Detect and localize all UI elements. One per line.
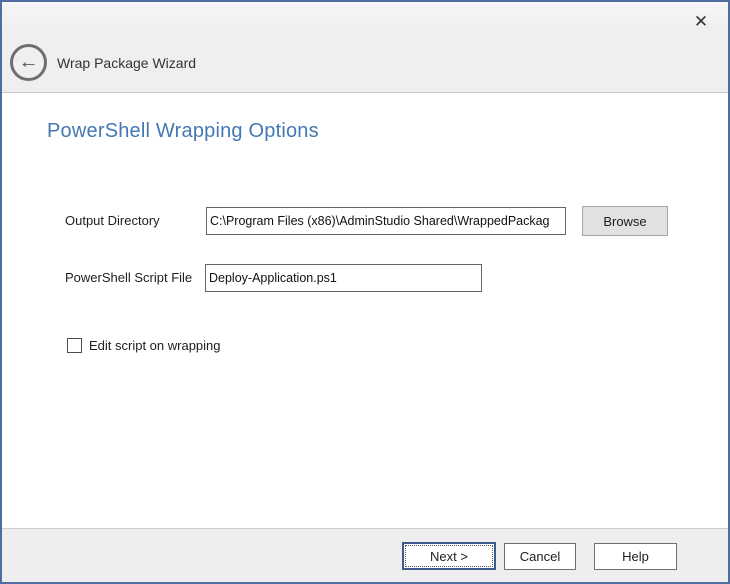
edit-script-checkbox-label[interactable]: Edit script on wrapping (89, 338, 221, 353)
script-file-label: PowerShell Script File (65, 270, 192, 285)
wizard-header-band: ✕ ← Wrap Package Wizard (2, 2, 728, 93)
help-button[interactable]: Help (594, 543, 677, 570)
back-button[interactable]: ← (10, 44, 47, 81)
close-button[interactable]: ✕ (686, 6, 716, 36)
footer-bar: Next > Cancel Help (2, 528, 728, 582)
output-directory-label: Output Directory (65, 213, 160, 228)
wizard-window: ✕ ← Wrap Package Wizard PowerShell Wrapp… (0, 0, 730, 584)
output-directory-input[interactable] (206, 207, 566, 235)
back-arrow-icon: ← (19, 52, 39, 72)
close-icon: ✕ (694, 13, 708, 30)
script-file-input[interactable] (205, 264, 482, 292)
next-button[interactable]: Next > (402, 542, 496, 570)
page-title: PowerShell Wrapping Options (47, 120, 319, 143)
content-area: PowerShell Wrapping Options Output Direc… (2, 94, 728, 528)
wizard-title: Wrap Package Wizard (57, 55, 196, 71)
wizard-header-row: ← Wrap Package Wizard (10, 44, 196, 81)
cancel-button[interactable]: Cancel (504, 543, 576, 570)
browse-button[interactable]: Browse (582, 206, 668, 236)
edit-script-checkbox[interactable] (67, 338, 82, 353)
